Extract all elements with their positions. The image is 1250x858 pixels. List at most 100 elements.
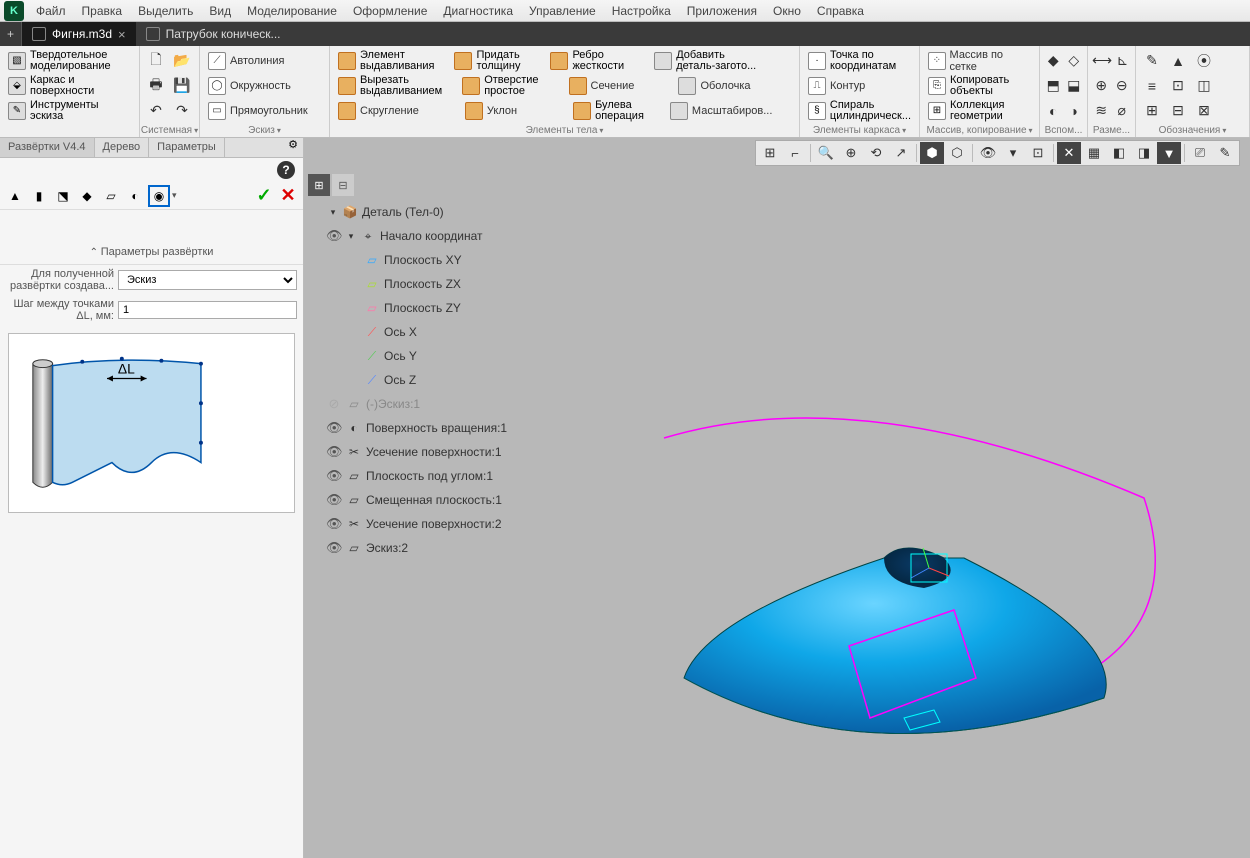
- ann-icon[interactable]: ⊟: [1166, 100, 1190, 122]
- menu-edit[interactable]: Правка: [74, 1, 131, 21]
- hole-icon: [462, 77, 480, 95]
- shape-sphere-icon[interactable]: ◉: [148, 185, 170, 207]
- menu-select[interactable]: Выделить: [130, 1, 201, 21]
- menu-window[interactable]: Окно: [765, 1, 809, 21]
- shape-cone-icon[interactable]: ▲: [4, 185, 26, 207]
- mode-surface[interactable]: ⬙ Каркас иповерхности: [4, 73, 135, 98]
- ribbon-group-workspace: ▧ Твердотельноемоделирование ⬙ Каркас ип…: [0, 46, 140, 137]
- ann-icon[interactable]: ⊡: [1166, 75, 1190, 97]
- tool-scale[interactable]: Масштабиров...: [666, 100, 776, 122]
- tool-section[interactable]: Сечение: [565, 75, 639, 97]
- tool-collection[interactable]: ⊞Коллекциягеометрии: [924, 98, 1035, 123]
- tool-draft[interactable]: Уклон: [461, 100, 521, 122]
- tab-active[interactable]: Фигня.m3d ×: [22, 22, 136, 46]
- tool-contour[interactable]: ⎍Контур: [804, 73, 915, 98]
- tool-array-grid[interactable]: ⁘Массив по сетке: [924, 48, 1035, 73]
- save-icon[interactable]: 💾: [170, 75, 194, 97]
- menu-diag[interactable]: Диагностика: [435, 1, 521, 21]
- tool-shell[interactable]: Оболочка: [674, 75, 754, 97]
- redo-icon[interactable]: ↷: [170, 100, 194, 122]
- dim-icon[interactable]: ⟷: [1092, 50, 1112, 72]
- aux-icon[interactable]: ⬒: [1044, 75, 1063, 97]
- shape-transition-icon[interactable]: ◆: [76, 185, 98, 207]
- menu-file[interactable]: Файл: [28, 1, 74, 21]
- rib-icon: [550, 52, 568, 70]
- tool-circle[interactable]: ◯Окружность: [204, 73, 325, 98]
- tool-autoline[interactable]: ⟋Автолиния: [204, 48, 325, 73]
- aux-icon[interactable]: ◆: [1044, 50, 1063, 72]
- tool-rib[interactable]: Реброжесткости: [546, 50, 628, 72]
- cancel-button[interactable]: ✕: [277, 185, 299, 207]
- lp-tab-unfold[interactable]: Развёртки V4.4: [0, 138, 95, 157]
- fillet-icon: [338, 102, 356, 120]
- ann-icon[interactable]: ▲: [1166, 50, 1190, 72]
- tool-boolean[interactable]: Булеваоперация: [569, 100, 648, 122]
- dim-icon[interactable]: ⊕: [1092, 75, 1111, 97]
- apply-button[interactable]: ✓: [253, 185, 275, 207]
- scene-3d: [304, 138, 1250, 858]
- close-icon[interactable]: ×: [118, 27, 126, 42]
- form-row-step: Шаг между точками ΔL, мм:: [0, 295, 303, 325]
- dim-icon[interactable]: ⊖: [1113, 75, 1132, 97]
- tool-extrude[interactable]: Элементвыдавливания: [334, 50, 438, 72]
- menu-modeling[interactable]: Моделирование: [239, 1, 345, 21]
- ribbon-group-aux: ◆◇ ⬒⬓ ◐◑ Вспом...: [1040, 46, 1088, 137]
- tool-rect[interactable]: ▭Прямоугольник: [204, 98, 325, 123]
- open-icon[interactable]: 📂: [170, 50, 194, 72]
- tool-thicken[interactable]: Придатьтолщину: [450, 50, 524, 72]
- dim-icon[interactable]: ≋: [1092, 100, 1111, 122]
- ann-icon[interactable]: ✎: [1140, 50, 1164, 72]
- tool-cut-extrude[interactable]: Вырезатьвыдавливанием: [334, 75, 446, 97]
- scale-icon: [670, 102, 688, 120]
- tool-point[interactable]: ·Точка покоординатам: [804, 48, 915, 73]
- shape-torus-icon[interactable]: ◐: [124, 185, 146, 207]
- aux-icon[interactable]: ⬓: [1065, 75, 1084, 97]
- tab-inactive[interactable]: Патрубок коническ...: [136, 22, 291, 46]
- mode-solid[interactable]: ▧ Твердотельноемоделирование: [4, 48, 135, 73]
- aux-icon[interactable]: ◑: [1065, 100, 1084, 122]
- dim-icon[interactable]: ⌀: [1113, 100, 1132, 122]
- shape-elbow-icon[interactable]: ⬔: [52, 185, 74, 207]
- section-icon: [569, 77, 587, 95]
- mode-sketch-tools[interactable]: ✎ Инструментыэскиза: [4, 98, 135, 123]
- menu-manage[interactable]: Управление: [521, 1, 604, 21]
- ribbon-group-annotation: ✎▲⦿ ≡⊡◫ ⊞⊟⊠ Обозначения▾: [1136, 46, 1250, 137]
- step-input[interactable]: [118, 301, 297, 319]
- ann-icon[interactable]: ⦿: [1192, 50, 1216, 72]
- tool-fillet[interactable]: Скругление: [334, 100, 423, 122]
- menu-settings[interactable]: Настройка: [604, 1, 679, 21]
- dim-icon[interactable]: ⊾: [1114, 50, 1131, 72]
- viewport-3d[interactable]: ⊞ ⌐ 🔍 ⊕ ⟲ ↗ ⬢ ⬡ 👁 ▾ ⊡ ✕ ▦ ◧ ◨ ▼ ⎚ ✎ ⊞ ⊟ …: [304, 138, 1250, 858]
- gear-icon[interactable]: ⚙: [283, 138, 303, 157]
- group-label: Обозначения▾: [1136, 125, 1249, 136]
- lp-tab-tree[interactable]: Дерево: [95, 138, 150, 157]
- new-tab-button[interactable]: +: [0, 22, 22, 46]
- tool-hole[interactable]: Отверстиепростое: [458, 75, 542, 97]
- aux-icon[interactable]: ◇: [1065, 50, 1084, 72]
- lp-tab-params[interactable]: Параметры: [149, 138, 225, 157]
- tool-spiral[interactable]: §Спиральцилиндрическ...: [804, 98, 915, 123]
- shell-icon: [678, 77, 696, 95]
- ann-icon[interactable]: ⊠: [1192, 100, 1216, 122]
- menu-apps[interactable]: Приложения: [679, 1, 765, 21]
- aux-icon[interactable]: ◐: [1044, 100, 1063, 122]
- ann-icon[interactable]: ≡: [1140, 75, 1164, 97]
- menu-help[interactable]: Справка: [809, 1, 872, 21]
- ribbon-group-system: 🗋📂 🖶💾 ↶↷ Системная▾: [140, 46, 200, 137]
- menu-view[interactable]: Вид: [201, 1, 239, 21]
- undo-icon[interactable]: ↶: [144, 100, 168, 122]
- print-icon[interactable]: 🖶: [144, 75, 168, 97]
- shape-frustum-icon[interactable]: ▱: [100, 185, 122, 207]
- create-type-select[interactable]: Эскиз: [118, 270, 297, 290]
- menu-format[interactable]: Оформление: [345, 1, 435, 21]
- tool-add-part[interactable]: Добавитьдеталь-загото...: [650, 50, 760, 72]
- ann-icon[interactable]: ⊞: [1140, 100, 1164, 122]
- app-logo-icon: K: [4, 1, 24, 21]
- new-icon[interactable]: 🗋: [144, 50, 168, 72]
- shape-cylinder-icon[interactable]: ▮: [28, 185, 50, 207]
- tool-copy[interactable]: ⎘Копироватьобъекты: [924, 73, 1035, 98]
- help-icon[interactable]: ?: [277, 161, 295, 179]
- ann-icon[interactable]: ◫: [1192, 75, 1216, 97]
- left-panel: Развёртки V4.4 Дерево Параметры ⚙ ? ▲ ▮ …: [0, 138, 304, 858]
- ribbon: ▧ Твердотельноемоделирование ⬙ Каркас ип…: [0, 46, 1250, 138]
